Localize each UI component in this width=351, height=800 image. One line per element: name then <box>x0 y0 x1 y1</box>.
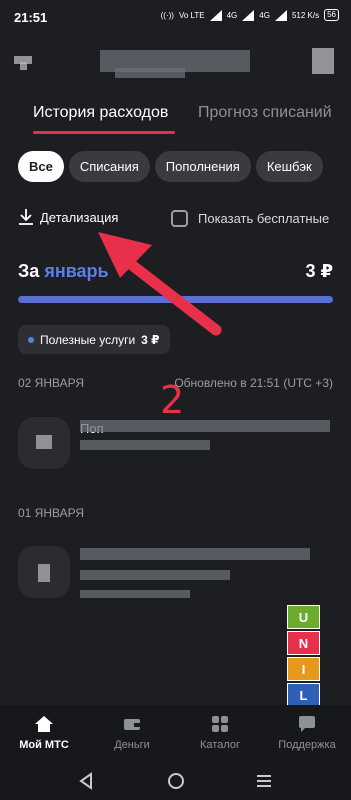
back-icon[interactable] <box>78 772 94 790</box>
filter-topups[interactable]: Пополнения <box>154 151 251 182</box>
period-prefix: За <box>18 261 40 281</box>
grid-icon <box>212 716 228 732</box>
hidden-transaction-details <box>80 590 190 598</box>
nav-label: Поддержка <box>278 739 336 751</box>
signal-icon-3 <box>274 9 287 21</box>
updated-note: Обновлено в 21:51 (UTC +3) <box>174 376 333 390</box>
day-header: 02 ЯНВАРЯ <box>18 376 85 390</box>
signal-icon-1 <box>209 9 222 21</box>
nav-label: Мой МТС <box>19 739 69 751</box>
period-total: 3 ₽ <box>305 261 333 281</box>
recents-icon[interactable] <box>256 772 272 790</box>
hidden-transaction-details <box>80 440 210 450</box>
support-icon <box>299 716 315 732</box>
speed-label: 512 K/s <box>291 10 320 20</box>
day-header: 01 ЯНВАРЯ <box>18 506 85 520</box>
battery-icon: 56 <box>324 9 339 21</box>
wallet-icon <box>124 719 140 730</box>
home-icon <box>35 716 53 732</box>
category-value: 3 ₽ <box>141 332 160 347</box>
home-circle-icon[interactable] <box>167 772 185 790</box>
tabs: История расходов Прогноз списаний <box>0 100 351 136</box>
category-badge[interactable]: Полезные услуги 3 ₽ <box>18 325 170 354</box>
signal-icon-2 <box>242 9 255 21</box>
network-label-2: 4G <box>226 10 238 20</box>
logo-icon-stem <box>20 62 27 70</box>
details-row: Детализация Показать бесплатные <box>18 208 338 232</box>
network-label-1: Vo LTE <box>178 10 205 20</box>
status-icons: ((·)) Vo LTE 4G 4G 512 K/s 56 <box>161 9 339 21</box>
hidden-transaction-details <box>80 420 330 432</box>
watermark-letter: L <box>287 683 320 707</box>
filter-cashback[interactable]: Кешбэк <box>255 151 323 182</box>
nav-money[interactable]: Деньги <box>88 715 176 751</box>
download-icon <box>19 209 33 225</box>
tab-active-indicator <box>33 131 175 134</box>
watermark-letter: I <box>287 657 320 681</box>
transaction-icon <box>18 417 70 469</box>
filter-all[interactable]: Все <box>18 151 64 182</box>
show-free-checkbox[interactable] <box>171 210 188 227</box>
tab-history[interactable]: История расходов <box>33 104 168 122</box>
category-label: Полезные услуги <box>40 332 136 347</box>
status-time: 21:51 <box>14 9 48 25</box>
watermark-letter: U <box>287 605 320 629</box>
network-label-3: 4G <box>259 10 270 20</box>
hidden-phone-subtitle <box>115 68 185 78</box>
nav-my-mts[interactable]: Мой МТС <box>0 715 88 751</box>
hidden-transaction-details <box>80 548 310 560</box>
hidden-transaction-details <box>80 570 230 580</box>
transaction-icon <box>18 546 70 598</box>
show-free-label: Показать бесплатные <box>198 211 330 226</box>
category-dot-icon <box>28 336 34 343</box>
filter-debits[interactable]: Списания <box>68 151 150 182</box>
details-button[interactable]: Детализация <box>18 208 118 226</box>
bottom-nav: Мой МТС Деньги Каталог Поддержка <box>0 705 351 765</box>
show-free-toggle[interactable]: Показать бесплатные <box>171 210 329 227</box>
tab-forecast[interactable]: Прогноз списаний <box>198 104 332 122</box>
nav-label: Деньги <box>114 739 150 751</box>
avatar[interactable] <box>312 48 334 74</box>
nav-catalog[interactable]: Каталог <box>176 715 264 751</box>
watermark-letter: N <box>287 631 320 655</box>
filter-chips: Все Списания Пополнения Кешбэк <box>18 151 323 182</box>
spending-progress-bar <box>18 296 333 303</box>
nav-label: Каталог <box>200 739 240 751</box>
period-summary: За январь 3 ₽ <box>18 261 333 282</box>
status-bar: 21:51 ((·)) Vo LTE 4G 4G 512 K/s 56 <box>0 0 351 34</box>
system-nav-bar <box>0 765 351 800</box>
details-label: Детализация <box>40 209 119 225</box>
period-month-selector[interactable]: январь <box>44 261 108 281</box>
nav-support[interactable]: Поддержка <box>263 715 351 751</box>
hotspot-icon: ((·)) <box>160 10 174 20</box>
annotation-number: 2 <box>160 378 185 422</box>
